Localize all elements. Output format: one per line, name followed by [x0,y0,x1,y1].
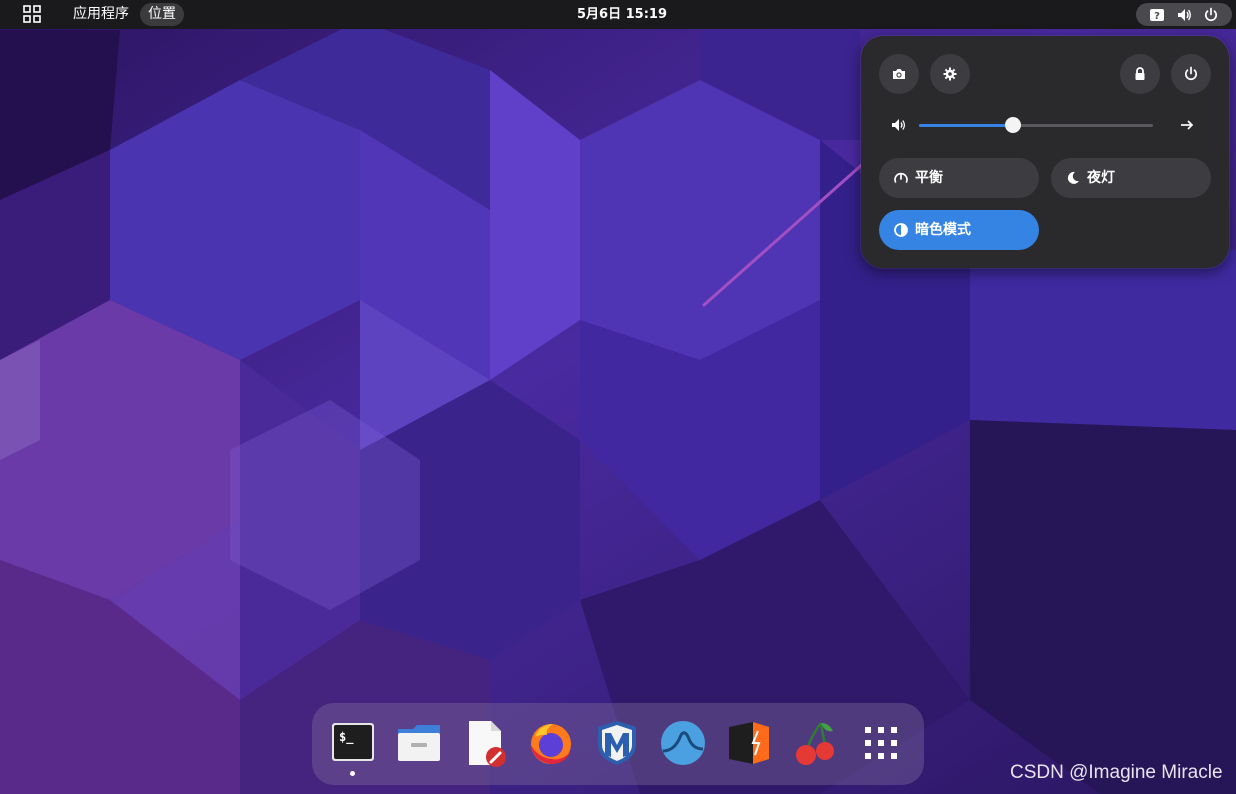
wireshark-icon[interactable] [659,719,707,767]
settings-icon [943,67,957,81]
volume-slider[interactable] [919,117,1153,133]
terminal-icon[interactable]: $_ [329,719,377,767]
lock-icon [1135,67,1145,80]
dock: $_ [312,703,924,785]
screenshot-icon [893,69,905,79]
help-icon: ? [1150,9,1164,22]
desktop: 应用程序 位置 5月6日 15:19 ? 平衡 夜灯 暗色模式 $_ CSDN … [0,0,1236,794]
volume-icon[interactable] [891,117,907,133]
show-apps-icon[interactable] [857,719,905,767]
quick-settings-panel: 平衡 夜灯 暗色模式 [861,36,1229,268]
text-editor-icon[interactable] [461,719,509,767]
activities-button[interactable] [22,4,44,25]
dark-mode-toggle[interactable]: 暗色模式 [879,210,1039,250]
toggle-label: 平衡 [915,170,943,186]
power-profile-toggle[interactable]: 平衡 [879,158,1039,198]
night-light-toggle[interactable]: 夜灯 [1051,158,1211,198]
volume-slider-knob[interactable] [1004,117,1021,133]
burpsuite-icon[interactable] [725,719,773,767]
svg-text:$_: $_ [339,730,354,745]
firefox-icon[interactable] [527,719,575,767]
top-bar: 应用程序 位置 5月6日 15:19 ? [0,0,1236,29]
clock[interactable]: 5月6日 15:19 [577,3,667,26]
night-light-icon [1067,171,1079,184]
running-indicator [350,771,355,776]
power-profile-icon [894,172,908,183]
arrow-right-icon[interactable] [1179,117,1195,133]
metasploit-icon[interactable] [593,719,641,767]
places-menu[interactable]: 位置 [140,3,184,26]
app-grid-icon [23,5,41,23]
watermark: CSDN @Imagine Miracle [1010,762,1223,783]
system-tray[interactable]: ? [1136,3,1232,26]
volume-slider-fill [919,124,1013,127]
dark-mode-icon [894,223,908,237]
power-icon [1205,7,1217,22]
applications-menu[interactable]: 应用程序 [73,3,129,26]
toggle-label: 暗色模式 [915,222,971,238]
power-icon [1185,66,1197,81]
volume-icon [1178,9,1191,21]
svg-text:?: ? [1154,11,1160,22]
lock-button[interactable] [1120,54,1160,94]
screenshot-button[interactable] [879,54,919,94]
toggle-label: 夜灯 [1087,170,1115,186]
volume-row [879,112,1215,138]
cherrytree-icon[interactable] [791,719,839,767]
files-icon[interactable] [395,719,443,767]
power-off-button[interactable] [1171,54,1211,94]
settings-button[interactable] [930,54,970,94]
